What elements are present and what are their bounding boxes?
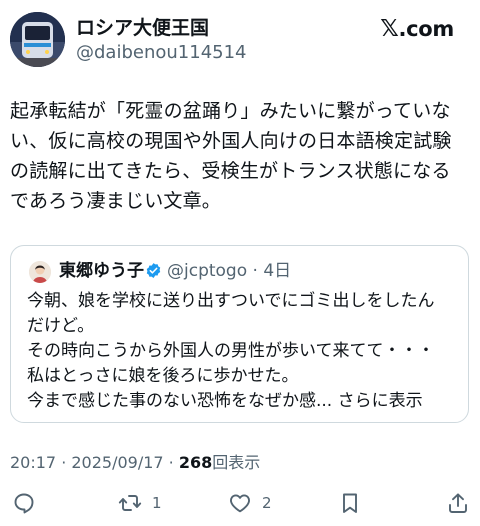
bookmark-button[interactable] <box>338 488 362 518</box>
x-logo-icon: 𝕏 <box>380 16 399 42</box>
heart-icon <box>230 494 250 513</box>
comment-icon <box>14 493 34 514</box>
bookmark-icon <box>343 493 357 513</box>
tweet-line: の読解に出てきたら、受検生がトランス状態になる <box>10 160 451 182</box>
quoted-author-avatar <box>29 261 51 283</box>
retweet-button[interactable]: 1 <box>118 488 162 518</box>
view-count: 268 <box>178 453 213 472</box>
view-label: 回表示 <box>212 453 261 472</box>
quoted-line: 私はとっさに娘を後ろに歩かせた。 <box>27 366 299 386</box>
person-avatar-image <box>29 261 51 283</box>
brand-domain: .com <box>398 17 454 41</box>
quoted-handle-and-date: @jcptogo · 4日 <box>167 261 292 281</box>
like-button[interactable]: 2 <box>228 488 272 518</box>
retweet-count: 1 <box>152 494 162 512</box>
quoted-line: 今朝、娘を学校に送り出すついでにゴミ出しをしたん <box>27 291 435 311</box>
author-handle[interactable]: @daibenou114514 <box>76 42 247 64</box>
show-more-link[interactable]: さらに表示 <box>338 391 423 411</box>
tweet-timestamp[interactable]: 20:17 · 2025/09/17 · <box>10 453 179 472</box>
tweet-line: 起承転結が「死霊の盆踊り」みたいに繋がっていな <box>10 100 451 122</box>
quoted-line: だけど。 <box>27 316 95 336</box>
author-avatar[interactable] <box>10 12 65 67</box>
author-name[interactable]: ロシア大便王国 <box>76 16 209 40</box>
train-avatar-image <box>10 12 65 67</box>
share-icon <box>449 493 467 513</box>
x-com-logo: 𝕏.com <box>380 17 454 41</box>
tweet-text: 起承転結が「死霊の盆踊り」みたいに繋がっていな い、仮に高校の現国や外国人向けの… <box>10 96 472 216</box>
tweet-meta: 20:17 · 2025/09/17 · 268回表示 <box>10 452 260 474</box>
like-count: 2 <box>262 494 272 512</box>
retweet-icon <box>118 495 142 511</box>
tweet-line: い、仮に高校の現国や外国人向けの日本語検定試験 <box>10 130 452 152</box>
quoted-line: その時向こうから外国人の男性が歩いて来てて・・・ <box>27 341 435 361</box>
reply-button[interactable] <box>12 488 36 518</box>
tweet-line: であろう凄まじい文章。 <box>10 190 222 212</box>
quoted-tweet-card[interactable]: 東郷ゆう子 @jcptogo · 4日 今朝、娘を学校に送り出すついでにゴミ出し… <box>10 245 469 423</box>
verified-badge-icon <box>146 263 161 278</box>
action-bar: 1 2 <box>0 488 480 518</box>
quoted-tweet-text: 今朝、娘を学校に送り出すついでにゴミ出しをしたん だけど。 その時向こうから外国… <box>27 289 457 414</box>
quoted-truncated-text: 今まで感じた事のない恐怖をなぜか感... <box>27 391 333 411</box>
quoted-line-last: 今まで感じた事のない恐怖をなぜか感... さらに表示 <box>27 389 457 414</box>
share-button[interactable] <box>446 488 470 518</box>
quoted-author-name: 東郷ゆう子 <box>59 261 144 281</box>
